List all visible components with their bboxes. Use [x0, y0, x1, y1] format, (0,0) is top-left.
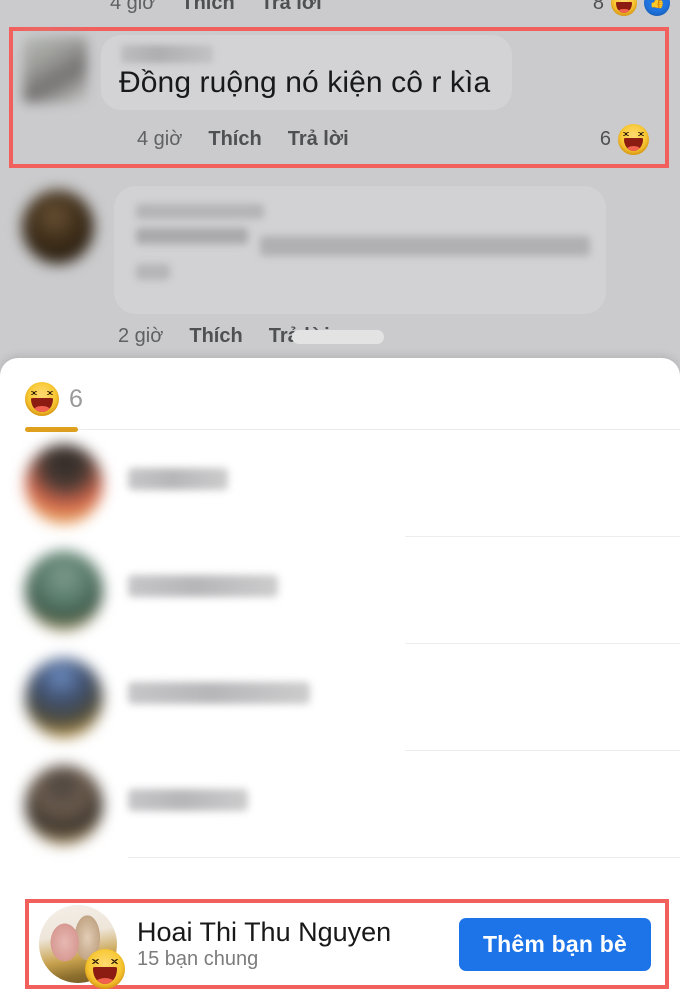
list-item[interactable] [0, 644, 680, 751]
comment-like-button[interactable]: Thích [189, 325, 242, 348]
add-friend-button[interactable]: Thêm bạn bè [458, 917, 651, 971]
comment-author-name[interactable] [121, 45, 213, 63]
comment-meta-highlighted: 4 giờ Thích Trả lời 6 [137, 124, 649, 155]
comment-reaction-count: 6 [599, 128, 611, 150]
haha-icon[interactable] [611, 0, 637, 16]
reply-tap-highlight [292, 330, 384, 344]
list-divider [128, 857, 680, 858]
tab-haha-count: 6 [69, 384, 83, 413]
reactor-name [128, 682, 310, 704]
avatar[interactable] [39, 905, 125, 989]
comment-timestamp: 2 giờ [118, 325, 164, 347]
comment-timestamp: 4 giờ [110, 0, 156, 14]
reactor-name [128, 789, 248, 811]
comment-text: Đồng ruộng nó kiện cô r kìa [119, 66, 491, 99]
reactor-name [128, 468, 228, 490]
comment-bubble: Đồng ruộng nó kiện cô r kìa [101, 35, 513, 111]
list-item[interactable] [0, 751, 680, 858]
person-name: Hoai Thi Thu Nguyen [137, 917, 392, 948]
haha-icon [25, 382, 59, 416]
comment-text-line [260, 236, 590, 256]
haha-icon [85, 949, 125, 989]
like-icon[interactable]: 👍 [644, 0, 670, 16]
tab-haha[interactable]: 6 [25, 382, 83, 416]
comment-row-blurred: 2 giờ Thích Trả lời [10, 182, 670, 352]
avatar[interactable] [22, 190, 94, 264]
highlighted-comment-box: Đồng ruộng nó kiện cô r kìa 4 giờ Thích … [9, 27, 669, 168]
comment-reply-button[interactable]: Trả lời [261, 0, 322, 15]
comment-timestamp: 4 giờ [137, 128, 183, 150]
mutual-friends-label: 15 bạn chung [137, 947, 259, 970]
comment-like-button[interactable]: Thích [208, 128, 261, 151]
haha-icon[interactable] [618, 124, 649, 155]
comment-meta-clipped: 4 giờ Thích Trả lời 8 👍 [110, 0, 670, 16]
avatar[interactable] [25, 444, 103, 524]
list-item[interactable] [0, 537, 680, 644]
comment-reply-button[interactable]: Trả lời [288, 128, 349, 151]
reaction-tabs: 6 [0, 358, 680, 432]
avatar[interactable] [25, 765, 103, 845]
comments-section: 4 giờ Thích Trả lời 8 👍 Đồng ruộng nó ki… [0, 0, 680, 362]
comment-meta-blurred: 2 giờ Thích Trả lời [118, 325, 650, 348]
avatar[interactable] [23, 37, 87, 103]
comment-like-button[interactable]: Thích [181, 0, 234, 15]
avatar[interactable] [25, 658, 103, 738]
comment-author-name [136, 204, 264, 219]
highlighted-friend-row[interactable]: Hoai Thi Thu Nguyen 15 bạn chung Thêm bạ… [25, 899, 669, 989]
comment-text-line [136, 264, 170, 280]
avatar[interactable] [25, 551, 103, 631]
comment-row-clipped: 4 giờ Thích Trả lời 8 👍 [0, 0, 680, 22]
list-item[interactable] [0, 430, 680, 537]
comment-text-line [136, 228, 248, 244]
comment-reaction-count: 8 [592, 0, 604, 14]
reactor-name [128, 575, 278, 597]
